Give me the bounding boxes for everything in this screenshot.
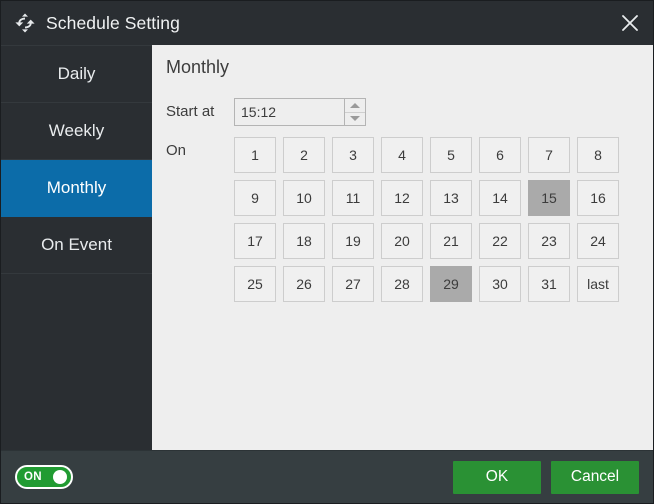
- day-cell[interactable]: 28: [381, 266, 423, 302]
- day-cell[interactable]: 10: [283, 180, 325, 216]
- day-cell[interactable]: 13: [430, 180, 472, 216]
- dialog-footer: ON OK Cancel: [1, 450, 653, 503]
- day-cell[interactable]: 1: [234, 137, 276, 173]
- day-of-month-grid: 1 2 3 4 5 6 7 8 9 10 11 12 13 14 15 16 17 18 19 20 21 22 23 24 2…: [234, 137, 619, 302]
- day-cell[interactable]: 20: [381, 223, 423, 259]
- sidebar-item-label: On Event: [41, 235, 112, 254]
- start-at-input[interactable]: [234, 98, 344, 126]
- close-icon[interactable]: [607, 1, 653, 45]
- sync-arrows-icon: [14, 12, 36, 34]
- day-cell[interactable]: 29: [430, 266, 472, 302]
- sidebar-item-label: Weekly: [48, 121, 105, 140]
- monthly-settings-panel: Monthly Start at On 12345678910111213141…: [152, 45, 653, 450]
- day-cell[interactable]: 3: [332, 137, 374, 173]
- start-at-spin-buttons: [344, 98, 366, 126]
- ok-button[interactable]: OK: [453, 460, 541, 494]
- sidebar-item-label: Daily: [57, 64, 96, 83]
- schedule-type-sidebar: Daily Weekly Monthly On Event: [1, 45, 152, 450]
- enable-toggle-knob: [53, 470, 67, 484]
- day-cell[interactable]: 17: [234, 223, 276, 259]
- day-cell[interactable]: 27: [332, 266, 374, 302]
- day-cell[interactable]: 7: [528, 137, 570, 173]
- day-cell[interactable]: 30: [479, 266, 521, 302]
- dialog-body: Daily Weekly Monthly On Event Monthly St…: [1, 45, 653, 450]
- day-cell[interactable]: 21: [430, 223, 472, 259]
- sidebar-item-label: Monthly: [46, 178, 107, 197]
- day-cell[interactable]: 4: [381, 137, 423, 173]
- day-cell[interactable]: 2: [283, 137, 325, 173]
- day-cell[interactable]: 24: [577, 223, 619, 259]
- day-cell[interactable]: 16: [577, 180, 619, 216]
- day-cell[interactable]: 26: [283, 266, 325, 302]
- cancel-button[interactable]: Cancel: [551, 460, 639, 494]
- enable-toggle[interactable]: ON: [15, 465, 73, 489]
- day-cell[interactable]: 23: [528, 223, 570, 259]
- start-at-stepper: [234, 98, 366, 126]
- day-cell[interactable]: 9: [234, 180, 276, 216]
- day-cell[interactable]: 15: [528, 180, 570, 216]
- day-cell[interactable]: 25: [234, 266, 276, 302]
- sidebar-item-monthly[interactable]: Monthly: [1, 160, 152, 217]
- on-label: On: [166, 142, 187, 159]
- page-title: Monthly: [166, 57, 230, 77]
- sidebar-item-weekly[interactable]: Weekly: [1, 103, 152, 160]
- day-cell[interactable]: last: [577, 266, 619, 302]
- on-days-row: On 1 2 3 4 5 6 7 8 9 10 11 12 13 14 15 16 17 18 19 20 21 22 23…: [166, 137, 619, 302]
- day-cell[interactable]: 5: [430, 137, 472, 173]
- enable-toggle-label: ON: [24, 471, 42, 483]
- window-title: Schedule Setting: [46, 12, 180, 33]
- day-cell[interactable]: 12: [381, 180, 423, 216]
- day-cell[interactable]: 8: [577, 137, 619, 173]
- title-bar: Schedule Setting: [1, 1, 653, 45]
- day-cell[interactable]: 18: [283, 223, 325, 259]
- sidebar-filler: [1, 274, 152, 450]
- start-at-row: Start at: [166, 98, 366, 126]
- day-cell[interactable]: 31: [528, 266, 570, 302]
- sidebar-item-daily[interactable]: Daily: [1, 46, 152, 103]
- day-cell[interactable]: 14: [479, 180, 521, 216]
- chevron-down-icon[interactable]: [345, 111, 365, 125]
- day-cell[interactable]: 22: [479, 223, 521, 259]
- start-at-label: Start at: [166, 103, 215, 120]
- sidebar-item-on-event[interactable]: On Event: [1, 217, 152, 274]
- chevron-up-icon[interactable]: [345, 99, 365, 112]
- day-cell[interactable]: 6: [479, 137, 521, 173]
- day-cell[interactable]: 11: [332, 180, 374, 216]
- schedule-setting-dialog: Schedule Setting Daily Weekly Monthly On…: [0, 0, 654, 504]
- day-cell[interactable]: 19: [332, 223, 374, 259]
